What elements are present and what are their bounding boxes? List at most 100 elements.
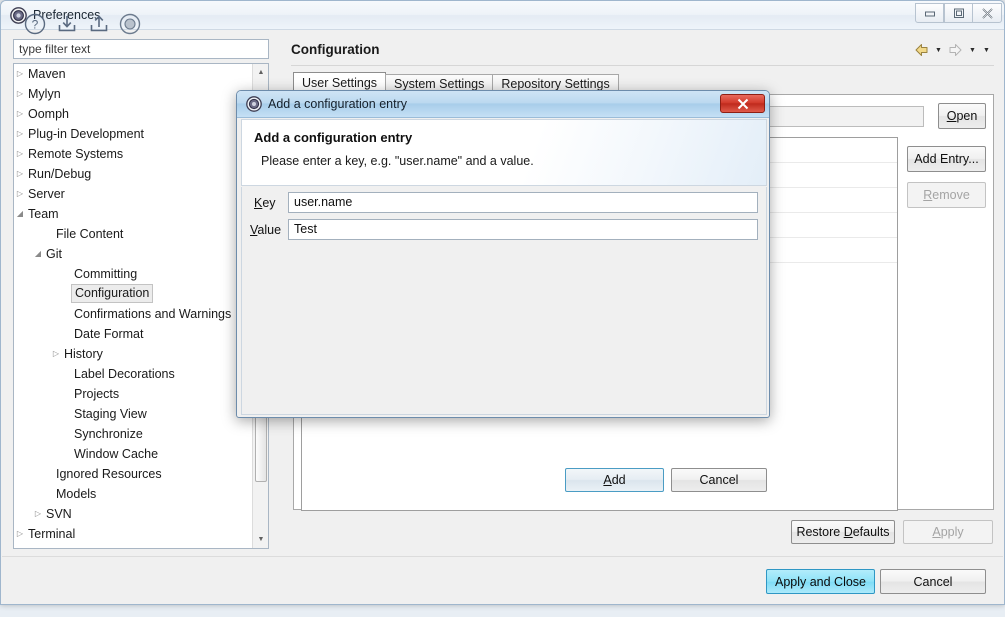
add-button-rest: dd (611, 473, 626, 487)
tree-item-label-decorations[interactable]: Label Decorations (14, 364, 254, 384)
tree-item-mylyn[interactable]: ▷ Mylyn (14, 84, 254, 104)
preferences-tree-panel: ▷ Maven ▷ Mylyn ▷ Oomph ▷ Plug-in Development ▷ R… (13, 63, 269, 549)
tree-item-date-format[interactable]: Date Format (14, 324, 254, 344)
tree-item-label: Mylyn (28, 87, 61, 101)
value-label: Value (250, 223, 281, 237)
restore-defaults-button[interactable]: Restore Defaults (791, 520, 895, 544)
help-icon[interactable]: ? (23, 12, 47, 36)
header-divider (291, 65, 994, 66)
add-entry-button[interactable]: Add Entry... (907, 146, 986, 172)
tree-item-label: Ignored Resources (56, 467, 162, 481)
tree-collapsed-arrow-icon[interactable]: ▷ (14, 144, 26, 164)
cancel-button[interactable]: Cancel (880, 569, 986, 594)
tree-collapsed-arrow-icon[interactable]: ▷ (14, 124, 26, 144)
tree-collapsed-arrow-icon[interactable]: ▷ (14, 544, 26, 548)
tree-item-committing[interactable]: Committing (14, 264, 254, 284)
tree-item-label: Staging View (74, 407, 147, 421)
apply-and-close-button[interactable]: Apply and Close (766, 569, 875, 594)
key-input[interactable]: user.name (288, 192, 758, 213)
preferences-tree: ▷ Maven ▷ Mylyn ▷ Oomph ▷ Plug-in Development ▷ R… (14, 64, 254, 548)
open-button[interactable]: Open (938, 103, 986, 129)
tree-collapsed-arrow-icon[interactable]: ▷ (32, 504, 44, 524)
tree-item-oomph[interactable]: ▷ Oomph (14, 104, 254, 124)
remove-button[interactable]: Remove (907, 182, 986, 208)
scroll-down-arrow-icon[interactable]: ▼ (253, 531, 268, 548)
restore-mnemonic: D (843, 525, 853, 539)
forward-dropdown-chevron-down-icon[interactable]: ▼ (967, 42, 978, 58)
screen-root: Preferences type filter text ▷ Maven ▷ M… (0, 0, 1005, 617)
svg-text:?: ? (32, 18, 39, 32)
tree-item-terminal[interactable]: ▷ Terminal (14, 524, 254, 544)
tree-item-testng[interactable]: ▷TestNG (14, 544, 254, 548)
tree-item-window-cache[interactable]: Window Cache (14, 444, 254, 464)
tree-collapsed-arrow-icon[interactable]: ▷ (14, 524, 26, 544)
tree-collapsed-arrow-icon[interactable]: ▷ (14, 84, 26, 104)
tree-item-confirmations-and-warnings[interactable]: Confirmations and Warnings (14, 304, 254, 324)
apply-button-rest: pply (940, 525, 964, 539)
dialog-body: Key user.name Value Test Add Cancel (241, 187, 767, 492)
tree-item-models[interactable]: Models (14, 484, 254, 504)
window-maximize-button[interactable] (944, 3, 973, 23)
tree-item-synchronize[interactable]: Synchronize (14, 424, 254, 444)
open-mnemonic: O (946, 109, 957, 123)
back-dropdown-chevron-down-icon[interactable]: ▼ (933, 42, 944, 58)
key-label: Key (254, 196, 276, 210)
dialog-add-button[interactable]: Add (565, 468, 664, 492)
dialog-close-button[interactable] (720, 94, 765, 113)
window-minimize-button[interactable] (915, 3, 944, 23)
remove-mnemonic: R (923, 188, 933, 202)
value-input[interactable]: Test (288, 219, 758, 240)
apply-button[interactable]: Apply (903, 520, 993, 544)
close-icon (737, 98, 748, 109)
tree-expanded-arrow-icon[interactable]: ◢ (32, 244, 44, 264)
tree-item-history[interactable]: ▷ History (14, 344, 254, 364)
page-title: Configuration (291, 42, 380, 57)
tree-item-run-debug[interactable]: ▷ Run/Debug (14, 164, 254, 184)
tree-item-team[interactable]: ◢ Team (14, 204, 254, 224)
tree-expanded-arrow-icon[interactable]: ◢ (14, 204, 26, 224)
tree-collapsed-arrow-icon[interactable]: ▷ (14, 164, 26, 184)
value-label-rest: alue (257, 223, 282, 237)
tree-collapsed-arrow-icon[interactable]: ▷ (14, 104, 26, 124)
tree-collapsed-arrow-icon[interactable]: ▷ (14, 64, 26, 84)
dialog-cancel-button[interactable]: Cancel (671, 468, 767, 492)
tree-item-configuration[interactable]: Configuration (14, 284, 254, 304)
record-icon[interactable] (118, 12, 142, 36)
tree-item-label: Maven (28, 67, 66, 81)
filter-input[interactable]: type filter text (13, 39, 269, 59)
tree-item-plug-in-development[interactable]: ▷ Plug-in Development (14, 124, 254, 144)
import-icon[interactable] (55, 12, 79, 36)
back-arrow-icon[interactable] (913, 42, 930, 58)
scrollbar-thumb[interactable] (255, 416, 267, 482)
tree-item-remote-systems[interactable]: ▷ Remote Systems (14, 144, 254, 164)
nav-menu-chevron-down-icon[interactable]: ▼ (981, 42, 992, 58)
tree-item-label: File Content (56, 227, 124, 241)
window-close-button[interactable] (972, 3, 1002, 23)
tree-item-label: History (64, 347, 103, 361)
restore-label-b: efaults (852, 525, 890, 539)
export-icon[interactable] (87, 12, 111, 36)
tree-item-label: SVN (46, 507, 72, 521)
tree-item-label: Synchronize (74, 427, 143, 441)
tree-item-label: Git (46, 247, 62, 261)
tree-item-file-content[interactable]: File Content (14, 224, 254, 244)
tree-collapsed-arrow-icon[interactable]: ▷ (50, 344, 62, 364)
tree-item-label: Confirmations and Warnings (74, 307, 232, 321)
tree-item-label: Projects (74, 387, 120, 401)
tree-item-label: Plug-in Development (28, 127, 145, 141)
tree-collapsed-arrow-icon[interactable]: ▷ (14, 184, 26, 204)
remove-button-rest: emove (932, 188, 970, 202)
tree-item-svn[interactable]: ▷ SVN (14, 504, 254, 524)
tree-item-server[interactable]: ▷ Server (14, 184, 254, 204)
tree-item-label: Team (28, 207, 59, 221)
tree-item-maven[interactable]: ▷ Maven (14, 64, 254, 84)
key-label-rest: ey (262, 196, 276, 210)
scroll-up-arrow-icon[interactable]: ▲ (253, 64, 268, 81)
tree-item-ignored-resources[interactable]: Ignored Resources (14, 464, 254, 484)
tree-item-projects[interactable]: Projects (14, 384, 254, 404)
tree-item-label: Models (56, 487, 97, 501)
forward-arrow-icon (949, 44, 962, 56)
tree-item-staging-view[interactable]: Staging View (14, 404, 254, 424)
tree-item-git[interactable]: ◢ Git (14, 244, 254, 264)
dialog-header-area: Add a configuration entry Please enter a… (241, 119, 767, 186)
